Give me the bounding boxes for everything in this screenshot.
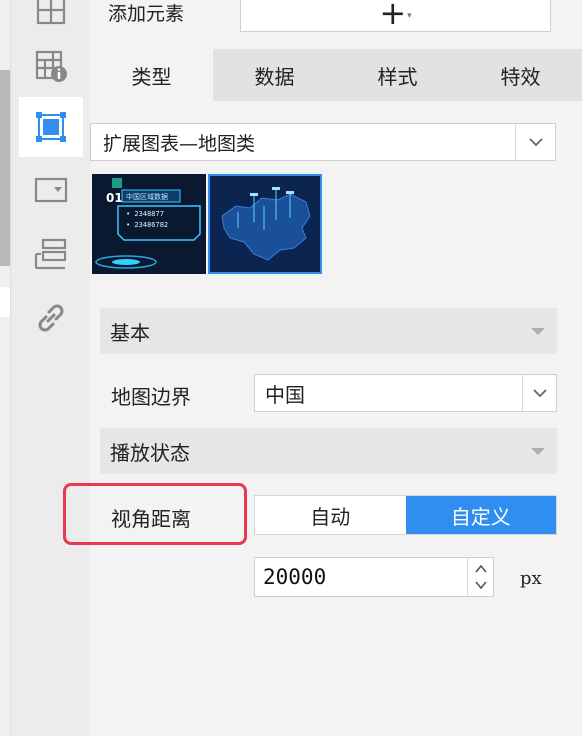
tool-frame-select[interactable] xyxy=(19,97,83,157)
tab-data[interactable]: 数据 xyxy=(213,49,336,101)
chevron-down-icon xyxy=(522,375,556,411)
thumb-number: 01 xyxy=(106,191,123,205)
section-basic[interactable]: 基本 xyxy=(100,308,557,354)
tool-dropdown-box[interactable] xyxy=(19,160,83,220)
properties-panel: 添加元素 + ▾ 类型 数据 样式 特效 扩展图表—地图类 01 中国区域数据 … xyxy=(63,0,582,736)
add-element-label: 添加元素 xyxy=(108,3,185,25)
china-map-preview xyxy=(210,176,320,272)
view-distance-label: 视角距离 xyxy=(111,507,191,531)
triangle-down-icon xyxy=(531,327,545,335)
dropdown-box-icon xyxy=(34,177,68,203)
thumb-title: 中国区域数据 xyxy=(126,192,168,201)
chart-thumbnail-china-map[interactable] xyxy=(208,174,322,274)
thumb-line2: • 23486782 xyxy=(126,221,168,229)
tab-style[interactable]: 样式 xyxy=(336,49,459,101)
icon-toolbar xyxy=(10,0,90,736)
canvas-edge-white xyxy=(0,287,10,317)
grid-icon xyxy=(36,0,66,25)
view-distance-toggle: 自动 自定义 xyxy=(254,495,557,535)
chevron-down-icon xyxy=(515,124,555,160)
add-element-row: 添加元素 + ▾ xyxy=(90,0,582,44)
panel-tabs: 类型 数据 样式 特效 xyxy=(90,49,582,101)
frame-select-icon xyxy=(36,112,66,142)
section-playback[interactable]: 播放状态 xyxy=(100,428,557,474)
canvas-edge-gray xyxy=(0,70,10,266)
tool-link[interactable] xyxy=(19,288,83,348)
chart-type-value: 扩展图表—地图类 xyxy=(103,132,256,155)
add-element-button[interactable]: + ▾ xyxy=(240,0,551,32)
section-basic-label: 基本 xyxy=(110,320,150,345)
map-boundary-select[interactable]: 中国 xyxy=(254,374,557,412)
tool-grid[interactable] xyxy=(19,0,83,40)
data-panel-preview: 01 中国区域数据 • 2348877 • 23486782 xyxy=(92,174,206,274)
tool-layout-list[interactable] xyxy=(19,224,83,284)
plus-icon: + xyxy=(379,0,407,32)
layout-list-icon xyxy=(34,238,67,270)
triangle-down-icon xyxy=(531,447,545,455)
map-boundary-label: 地图边界 xyxy=(111,385,191,409)
view-distance-value: 20000 xyxy=(263,565,327,589)
number-stepper[interactable] xyxy=(467,558,493,596)
map-boundary-value: 中国 xyxy=(265,382,305,407)
tool-table-info[interactable] xyxy=(19,36,83,96)
stepper-arrows-icon xyxy=(474,564,487,590)
view-distance-input[interactable]: 20000 xyxy=(254,557,494,597)
table-info-icon xyxy=(35,50,67,82)
view-distance-custom-option[interactable]: 自定义 xyxy=(405,496,556,534)
chart-thumbnail-data-panel[interactable]: 01 中国区域数据 • 2348877 • 23486782 xyxy=(92,174,206,274)
tab-effects[interactable]: 特效 xyxy=(459,49,582,101)
thumb-line1: • 2348877 xyxy=(126,210,164,218)
view-distance-unit: px xyxy=(520,568,542,589)
view-distance-auto-option[interactable]: 自动 xyxy=(255,496,406,534)
tab-type[interactable]: 类型 xyxy=(90,49,213,101)
link-icon xyxy=(38,304,64,332)
canvas-edge xyxy=(0,0,10,736)
section-playback-label: 播放状态 xyxy=(110,440,190,465)
chart-type-select[interactable]: 扩展图表—地图类 xyxy=(90,123,556,161)
caret-down-icon: ▾ xyxy=(407,11,412,21)
